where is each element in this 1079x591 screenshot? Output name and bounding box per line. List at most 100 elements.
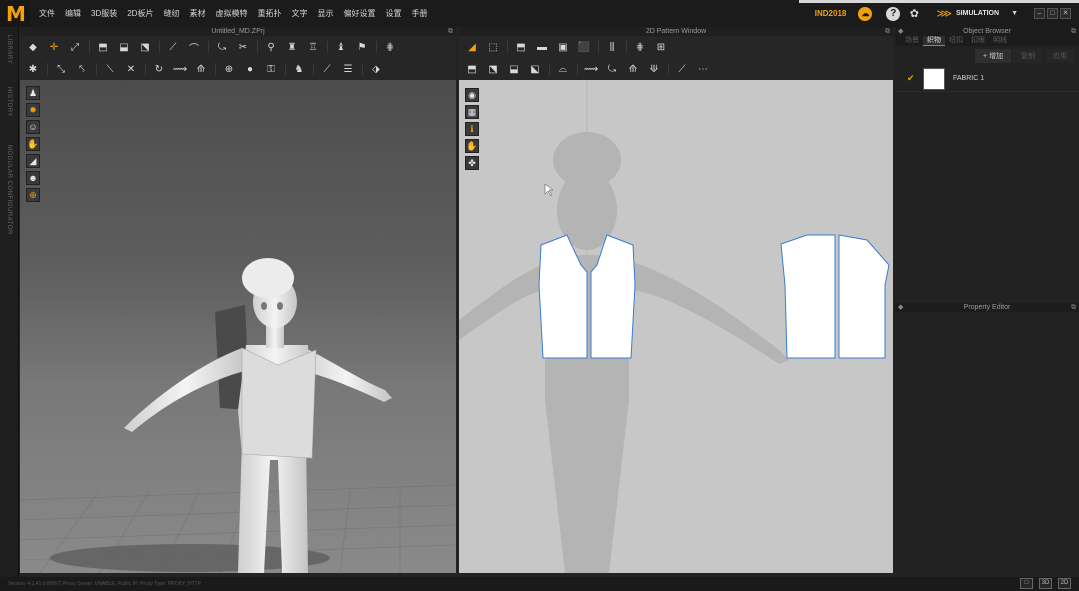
menu-item[interactable]: 手册 bbox=[406, 8, 432, 19]
animation-icon[interactable]: ✿ bbox=[906, 7, 922, 21]
pattern-icon[interactable]: ▦ bbox=[465, 105, 479, 119]
maximize-button[interactable]: □ bbox=[1047, 8, 1058, 19]
menu-item[interactable]: 文字 bbox=[286, 8, 312, 19]
simulation-mode-selector[interactable]: ⋙ SIMULATION ▼ bbox=[930, 4, 1024, 24]
view-mode-2d[interactable]: 2D bbox=[1058, 578, 1071, 589]
dress-tool-icon[interactable]: ♞ bbox=[292, 62, 306, 76]
texture-tool-icon[interactable]: ⊕ bbox=[222, 62, 236, 76]
graphic-tool-icon[interactable]: ⟰ bbox=[194, 62, 208, 76]
fabric-list-item[interactable]: ✔ FABRIC 1 bbox=[895, 66, 1079, 92]
dotted-line-icon[interactable]: ⋯ bbox=[696, 62, 710, 76]
fold-icon[interactable]: ◢ bbox=[26, 154, 40, 168]
view-mode-3d[interactable]: 3D bbox=[1039, 578, 1052, 589]
hand-icon[interactable]: ✋ bbox=[465, 139, 479, 153]
undock-icon[interactable]: ⧉ bbox=[885, 27, 890, 36]
menu-item[interactable]: 虚拟模特 bbox=[210, 8, 252, 19]
3d-viewport[interactable]: ♟ ✸ ☺ ✋ ◢ ☻ ⊕ bbox=[20, 80, 456, 573]
undock-icon[interactable]: ⧉ bbox=[1071, 27, 1076, 36]
menu-item[interactable]: 显示 bbox=[312, 8, 338, 19]
menu-item[interactable]: 文件 bbox=[34, 8, 60, 19]
fold-tool-icon[interactable]: ⌒ bbox=[187, 40, 201, 55]
strengthen-tool-icon[interactable]: ⤣ bbox=[75, 62, 89, 76]
object-browser-tab[interactable]: 织物 bbox=[923, 36, 945, 46]
copy-button[interactable]: 复制 bbox=[1013, 49, 1043, 63]
history-tab[interactable]: HISTORY bbox=[6, 87, 12, 117]
tuck-tool-icon[interactable]: ⤿ bbox=[215, 40, 229, 54]
sphere-tool-icon[interactable]: ● bbox=[243, 62, 257, 76]
minimize-button[interactable]: – bbox=[1034, 8, 1045, 19]
trim-icon[interactable]: ♖ bbox=[306, 40, 320, 54]
panel-grip-icon[interactable]: ◆ bbox=[898, 303, 903, 312]
hand-icon[interactable]: ✋ bbox=[26, 137, 40, 151]
line-tool-icon[interactable]: ⟋ bbox=[166, 40, 180, 54]
person-icon[interactable]: ☺ bbox=[26, 120, 40, 134]
grid-icon[interactable]: ⊞ bbox=[654, 40, 668, 54]
menu-item[interactable]: 素材 bbox=[184, 8, 210, 19]
view-mode-single[interactable]: □ bbox=[1020, 578, 1033, 589]
undock-icon[interactable]: ⧉ bbox=[1071, 303, 1076, 312]
close-button[interactable]: ✕ bbox=[1060, 8, 1071, 19]
menu-item[interactable]: 缝纫 bbox=[158, 8, 184, 19]
stitch-icon[interactable]: ⟿ bbox=[584, 62, 598, 76]
2d-viewport[interactable]: ◉ ▦ ℹ ✋ ✤ bbox=[459, 80, 893, 573]
cloud-icon[interactable]: ☁ bbox=[858, 6, 873, 21]
globe-icon[interactable]: ⊕ bbox=[26, 188, 40, 202]
grade-icon[interactable]: ⋕ bbox=[633, 40, 647, 54]
avatar-select-icon[interactable]: ☻ bbox=[26, 171, 40, 185]
puckering-tool-icon[interactable]: ↻ bbox=[152, 62, 166, 76]
object-browser-tab[interactable]: 明线 bbox=[989, 36, 1011, 46]
split-icon[interactable]: ⬗ bbox=[369, 62, 383, 76]
tuck-icon[interactable]: ⤿ bbox=[605, 62, 619, 76]
modular-configurator-tab[interactable]: MODULAR CONFIGURATOR bbox=[6, 145, 12, 235]
object-browser-tab[interactable]: 场景 bbox=[901, 36, 923, 46]
rectangle-icon[interactable]: ▬ bbox=[535, 40, 549, 54]
select-tool-icon[interactable]: ◆ bbox=[26, 40, 40, 54]
cross-tool-icon[interactable]: ✕ bbox=[124, 62, 138, 76]
menu-item[interactable]: 重拓扑 bbox=[252, 8, 286, 19]
shirring-icon[interactable]: ⟱ bbox=[647, 62, 661, 76]
object-browser-tab[interactable]: 纽扣 bbox=[945, 36, 967, 46]
transform-tool-icon[interactable]: ⤢ bbox=[68, 40, 82, 54]
eye-icon[interactable]: ◉ bbox=[465, 88, 479, 102]
grid-tool-icon[interactable]: ⋕ bbox=[383, 40, 397, 54]
undock-icon[interactable]: ⧉ bbox=[448, 27, 453, 36]
menu-item[interactable]: 编辑 bbox=[60, 8, 86, 19]
apply-button[interactable]: 应用 bbox=[1045, 49, 1075, 63]
help-icon[interactable]: ? bbox=[886, 6, 901, 21]
measure-tool-icon[interactable]: ⟿ bbox=[173, 62, 187, 76]
edit-line-icon[interactable]: ⟋ bbox=[320, 62, 334, 76]
garment-icon[interactable]: ♜ bbox=[285, 40, 299, 54]
rotate-icon[interactable]: ✸ bbox=[26, 103, 40, 117]
segment-sew-icon[interactable]: ⬒ bbox=[465, 62, 479, 76]
arrange-tool-icon[interactable]: ⬒ bbox=[96, 40, 110, 54]
edit-pattern-icon[interactable]: ⬚ bbox=[486, 40, 500, 54]
library-tab[interactable]: LIBRARY bbox=[6, 35, 12, 64]
menu-item[interactable]: 设置 bbox=[380, 8, 406, 19]
info-icon[interactable]: ℹ bbox=[465, 122, 479, 136]
tack-tool-icon[interactable]: ⤡ bbox=[54, 62, 68, 76]
line-icon[interactable]: ⟋ bbox=[675, 62, 689, 76]
gusset-icon[interactable]: ⫼ bbox=[605, 40, 619, 54]
ruler-tool-icon[interactable]: ⟍ bbox=[103, 62, 117, 76]
pin-tool-icon[interactable]: ⚲ bbox=[264, 40, 278, 54]
free-sew-icon[interactable]: ⬔ bbox=[486, 62, 500, 76]
avatar-tool-icon[interactable]: ✱ bbox=[26, 62, 40, 76]
panel-grip-icon[interactable]: ◆ bbox=[898, 27, 903, 36]
add-fabric-button[interactable]: + 增加 bbox=[974, 49, 1011, 63]
move-tool-icon[interactable]: ✛ bbox=[47, 40, 61, 54]
button-tool-icon[interactable]: ♝ bbox=[334, 40, 348, 54]
puzzle-icon[interactable]: ✤ bbox=[465, 156, 479, 170]
sew-tool-icon[interactable]: ✂ bbox=[236, 40, 250, 54]
stripes-icon[interactable]: ☰ bbox=[341, 62, 355, 76]
dart-icon[interactable]: ⬛ bbox=[577, 40, 591, 54]
fold-arrange-icon[interactable]: ⌓ bbox=[556, 62, 570, 76]
avatar-icon[interactable]: ♟ bbox=[26, 86, 40, 100]
polygon-icon[interactable]: ⬒ bbox=[514, 40, 528, 54]
m-n-sew-icon[interactable]: ⬓ bbox=[507, 62, 521, 76]
layer-tool-icon[interactable]: ⬔ bbox=[138, 40, 152, 54]
transform-pattern-icon[interactable]: ◢ bbox=[465, 40, 479, 54]
menu-item[interactable]: 2D板片 bbox=[122, 8, 158, 19]
internal-shape-icon[interactable]: ▣ bbox=[556, 40, 570, 54]
zipper-tool-icon[interactable]: ⚑ bbox=[355, 40, 369, 54]
pleat-icon[interactable]: ⟰ bbox=[626, 62, 640, 76]
